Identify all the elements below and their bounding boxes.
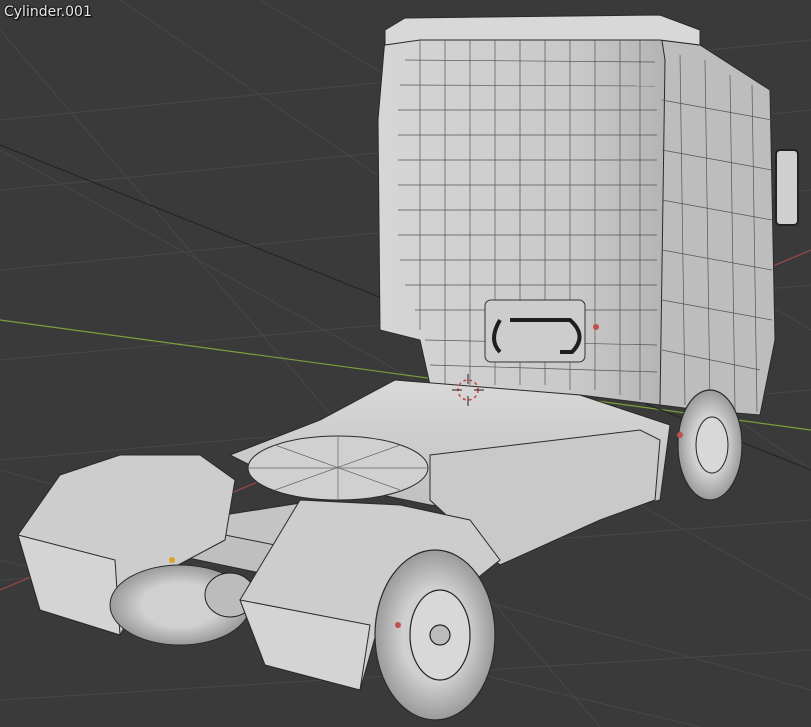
cab-roof[interactable] [384,14,701,46]
object-origin-dot[interactable] [169,557,175,563]
active-object-label: Cylinder.001 [4,4,92,20]
viewport-scene[interactable] [0,0,811,727]
object-origin-dot[interactable] [395,622,401,628]
right-rear-hub [429,624,451,646]
side-mirror[interactable] [775,149,799,226]
3d-viewport[interactable]: Cylinder.001 [0,0,811,727]
truck-mesh[interactable] [17,14,799,721]
object-origin-dot[interactable] [677,432,683,438]
front-right-rim[interactable] [695,416,729,474]
cab-side-panel[interactable] [659,39,776,416]
object-origin-dot[interactable] [593,324,599,330]
